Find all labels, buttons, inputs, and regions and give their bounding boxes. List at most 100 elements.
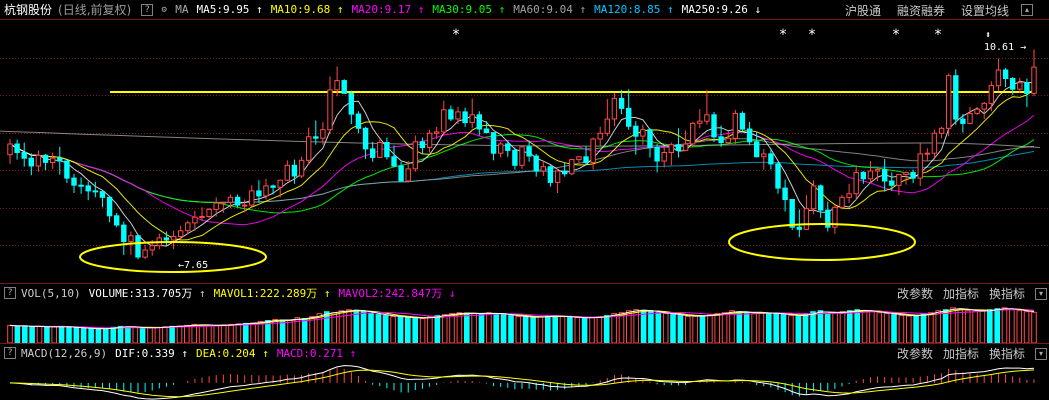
candle-body [348,93,355,115]
ma-item-2: MA20:9.17 ↑ [351,3,425,16]
volume-bar [441,314,448,343]
candle-body [924,152,930,155]
volume-bar [427,316,433,343]
volume-bar [994,308,1001,343]
volume-bar [73,327,80,343]
menu-hsgt[interactable]: 沪股通 [845,2,881,19]
price-chart[interactable]: ←7.65 10.61 →⬍ * * * * * [0,20,1049,283]
volume-bar [883,313,890,343]
volume-bar [515,316,522,343]
volume-bar [103,327,109,343]
macd-edit-params[interactable]: 改参数 [897,345,933,362]
help-button[interactable]: ? [141,3,154,16]
volume-bar [861,310,868,343]
volume-bar [824,313,831,343]
candle-body [242,204,248,207]
candle-body [327,89,333,131]
candle-body [540,166,546,172]
volume-add-indicator[interactable]: 加指标 [943,285,979,302]
volume-bar [788,315,794,343]
volume-bar [972,311,978,343]
dif-value: DIF:0.339 ↑ [115,346,188,360]
period-info: (日线,前复权) [58,3,132,17]
volume-value: VOLUME:313.705万 ↑ [88,287,206,300]
volume-bar [662,313,669,343]
candle-body [426,132,433,149]
candle-body [263,185,269,197]
candle-body [519,146,525,166]
volume-bar [758,312,765,343]
event-star: * [453,27,460,43]
candle-body [434,131,440,134]
candle-body [604,118,610,134]
volume-bar [559,316,566,343]
macd-collapse-icon[interactable]: ▾ [1035,347,1047,360]
candle-body [199,216,205,218]
ma-item-6: MA250:9.26 ↓ [681,3,762,16]
volume-bar [522,316,529,343]
collapse-icon[interactable]: ▴ [1021,4,1033,16]
volume-bar [766,312,772,343]
volume-bar [368,313,374,343]
candle-body [78,184,84,187]
candle-body [732,112,738,139]
candle-body [768,153,774,165]
volume-edit-params[interactable]: 改参数 [897,285,933,302]
volume-bar [648,311,654,343]
macd-help-button[interactable]: ? [4,347,16,359]
candle-body [867,170,874,180]
volume-bar [375,314,382,343]
candle-body [1031,66,1037,94]
candle-body [718,136,724,144]
volume-bar [456,312,463,343]
volume-bar [213,325,220,343]
macd-chart[interactable] [0,362,1049,400]
main-chart-header: 杭钢股份 (日线,前复权) ? ⚙ MA MA5:9.95 ↑ MA10:9.68… [0,0,1049,20]
candle-body [853,171,859,195]
volume-indicator[interactable]: VOL(5,10) [21,287,81,300]
candle-body [64,160,70,179]
volume-collapse-icon[interactable]: ▾ [1035,287,1047,300]
volume-bar [147,327,153,343]
volume-bar [434,315,441,343]
gear-icon[interactable]: ⚙ [158,5,170,15]
candle-body [135,235,141,258]
volume-bar [677,315,684,343]
macd-menu: 改参数 加指标 换指标 ▾ [897,344,1049,363]
macd-add-indicator[interactable]: 加指标 [943,345,979,362]
stock-name[interactable]: 杭钢股份 [4,1,52,18]
candle-body [391,156,397,167]
volume-bar [1023,311,1030,343]
macd-indicator[interactable]: MACD(12,26,9) [21,347,107,360]
menu-margin[interactable]: 融资融券 [897,2,945,19]
volume-chart[interactable] [0,302,1049,343]
volume-bar [301,318,308,343]
volume-help-button[interactable]: ? [4,287,16,299]
candle-body [690,122,696,145]
candle-body [967,112,973,124]
candle-body [661,152,667,162]
candle-body [99,191,106,198]
macd-header: ? MACD(12,26,9) DIF:0.339 ↑ DEA:0.204 ↑ … [0,343,1049,362]
volume-bar [935,310,942,343]
candle-body [882,169,888,182]
menu-ma-settings[interactable]: 设置均线 [961,2,1009,19]
volume-bar [1001,307,1008,343]
volume-bar [552,315,559,343]
candle-body [498,143,504,154]
candle-body [441,109,447,133]
candle-body [142,249,148,258]
volume-bar [500,314,507,343]
volume-bar [449,313,455,343]
candle-body [170,235,177,241]
candle-body [682,143,689,151]
candle-body [213,202,219,210]
macd-switch-indicator[interactable]: 换指标 [989,345,1025,362]
volume-switch-indicator[interactable]: 换指标 [989,285,1025,302]
ma-label: MA [175,3,189,16]
candle-body [810,185,817,210]
volume-bar [250,322,256,343]
candle-body [618,97,625,109]
candle-body [554,170,561,183]
volume-bar [567,316,573,343]
